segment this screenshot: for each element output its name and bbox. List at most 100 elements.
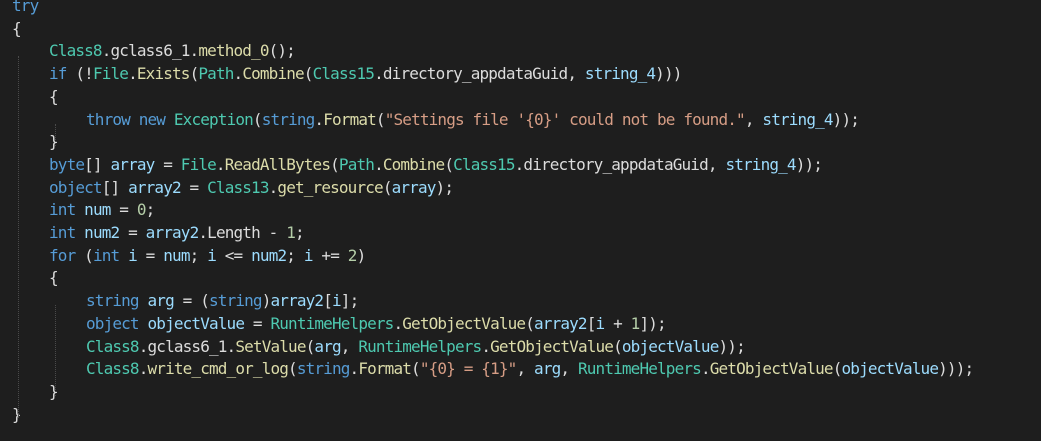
keyword-token: int [49,200,76,220]
punct-token: . [138,336,149,356]
identifier-token: string_4 [584,64,656,84]
punct-token: , [744,109,763,129]
code-line[interactable]: Class8.write_cmd_or_log(string.Format("{… [86,358,974,381]
punct-token: ; [286,245,304,265]
string-token: "Settings file '{0}' could not be found.… [384,109,746,129]
code-line[interactable]: Class8.gclass6_1.SetValue(arg, RuntimeHe… [86,336,746,359]
punct-token: { [49,86,59,106]
type-token: Exception [173,109,254,129]
punct-token: ( [613,336,623,356]
type-token: Path [198,64,234,84]
punct-token: ( [75,245,94,265]
punct-token [75,223,84,242]
punct-token: ( [832,359,843,379]
punct-token [139,291,148,310]
method-token: GetObjectValue [490,336,614,356]
identifier-token: arg [534,359,561,379]
type-token: File [92,64,129,84]
punct-token: ( [252,109,263,129]
punct-token: . [128,64,138,84]
code-line[interactable]: byte[] array = File.ReadAllBytes(Path.Co… [49,154,823,177]
field-token: gclass6_1 [110,41,191,61]
punct-token: . [393,313,403,333]
code-line[interactable]: { [49,86,59,109]
punct-token: = [244,313,271,333]
method-token: ReadAllBytes [224,154,331,174]
number-token: 2 [347,245,358,265]
keyword-token: string [261,109,316,129]
identifier-token: string_4 [762,109,833,129]
punct-token: . [314,109,324,129]
punct-token: ( [303,64,314,84]
punct-token: = [180,177,208,197]
punct-token [130,110,139,129]
punct-token: ) [356,245,367,265]
identifier-token: num [163,245,190,265]
keyword-token: byte [49,154,85,174]
code-line[interactable]: { [49,267,59,290]
punct-token [165,110,174,129]
identifier-token: array [110,154,156,174]
punct-token: = [119,223,146,242]
method-token: get_resource [277,177,383,197]
keyword-token: for [49,245,76,265]
punct-token: = [154,154,181,174]
punct-token: [ [323,291,333,311]
code-editor[interactable]: try{Class8.gclass6_1.method_0(); if (!Fil… [0,0,1041,441]
identifier-token: array2 [534,313,588,333]
identifier-token: i [332,291,342,311]
punct-token: , [516,359,535,379]
punct-token: [] [101,177,129,197]
code-line[interactable]: } [49,381,59,404]
code-line[interactable]: if (!File.Exists(Path.Combine(Class15.di… [49,63,682,86]
property-token: Length [207,223,261,242]
code-line[interactable]: int num2 = array2.Length - 1; [49,222,305,245]
identifier-token: array [391,177,437,197]
punct-token: [] [84,154,111,174]
punct-token: , [560,359,578,379]
keyword-token: object [86,313,140,333]
field-token: gclass6_1 [147,336,228,356]
punct-token: <= [215,245,252,265]
string-token: "{0} = {1}" [419,359,517,379]
punct-token: = [136,245,164,265]
identifier-token: array2 [145,223,200,242]
code-line[interactable]: for (int i = num; i <= num2; i += 2) [49,245,367,268]
punct-token: )); [832,109,860,129]
method-token: SetValue [235,336,306,356]
punct-token: ; [145,200,156,220]
code-line[interactable]: string arg = (string)array2[i]; [86,290,359,313]
keyword-token: if [49,64,67,84]
punct-token: ; [295,223,305,242]
type-token: Class8 [49,41,103,61]
punct-token: ( [288,359,298,379]
type-token: RuntimeHelpers [270,313,394,333]
keyword-token: new [138,109,166,129]
code-line[interactable]: throw new Exception(string.Format("Setti… [86,109,860,132]
code-line[interactable]: try [12,0,39,18]
punct-token: ) [261,291,272,311]
code-line[interactable]: { [12,18,22,41]
punct-token: , [340,336,359,356]
code-line[interactable]: object objectValue = RuntimeHelpers.GetO… [86,313,667,336]
punct-token: . [374,154,384,174]
keyword-token: int [92,245,120,265]
code-line[interactable]: object[] array2 = Class13.get_resource(a… [49,177,454,200]
type-token: Class8 [86,336,140,356]
code-line[interactable]: } [12,404,22,427]
punct-token: } [49,132,59,152]
method-token: write_cmd_or_log [147,359,289,379]
method-token: Combine [242,64,304,84]
punct-token: ( [330,154,340,174]
punct-token: . [374,64,384,84]
punct-token: ( [375,109,386,129]
type-token: Class13 [207,177,269,197]
code-line[interactable]: Class8.gclass6_1.method_0(); [49,40,296,63]
code-line[interactable]: } [49,131,59,154]
code-line[interactable]: int num = 0; [49,199,156,222]
keyword-token: try [12,0,39,15]
punct-token: , [707,154,726,174]
punct-token: ))); [938,359,974,379]
method-token: Combine [382,154,445,174]
punct-token: . [481,336,491,356]
